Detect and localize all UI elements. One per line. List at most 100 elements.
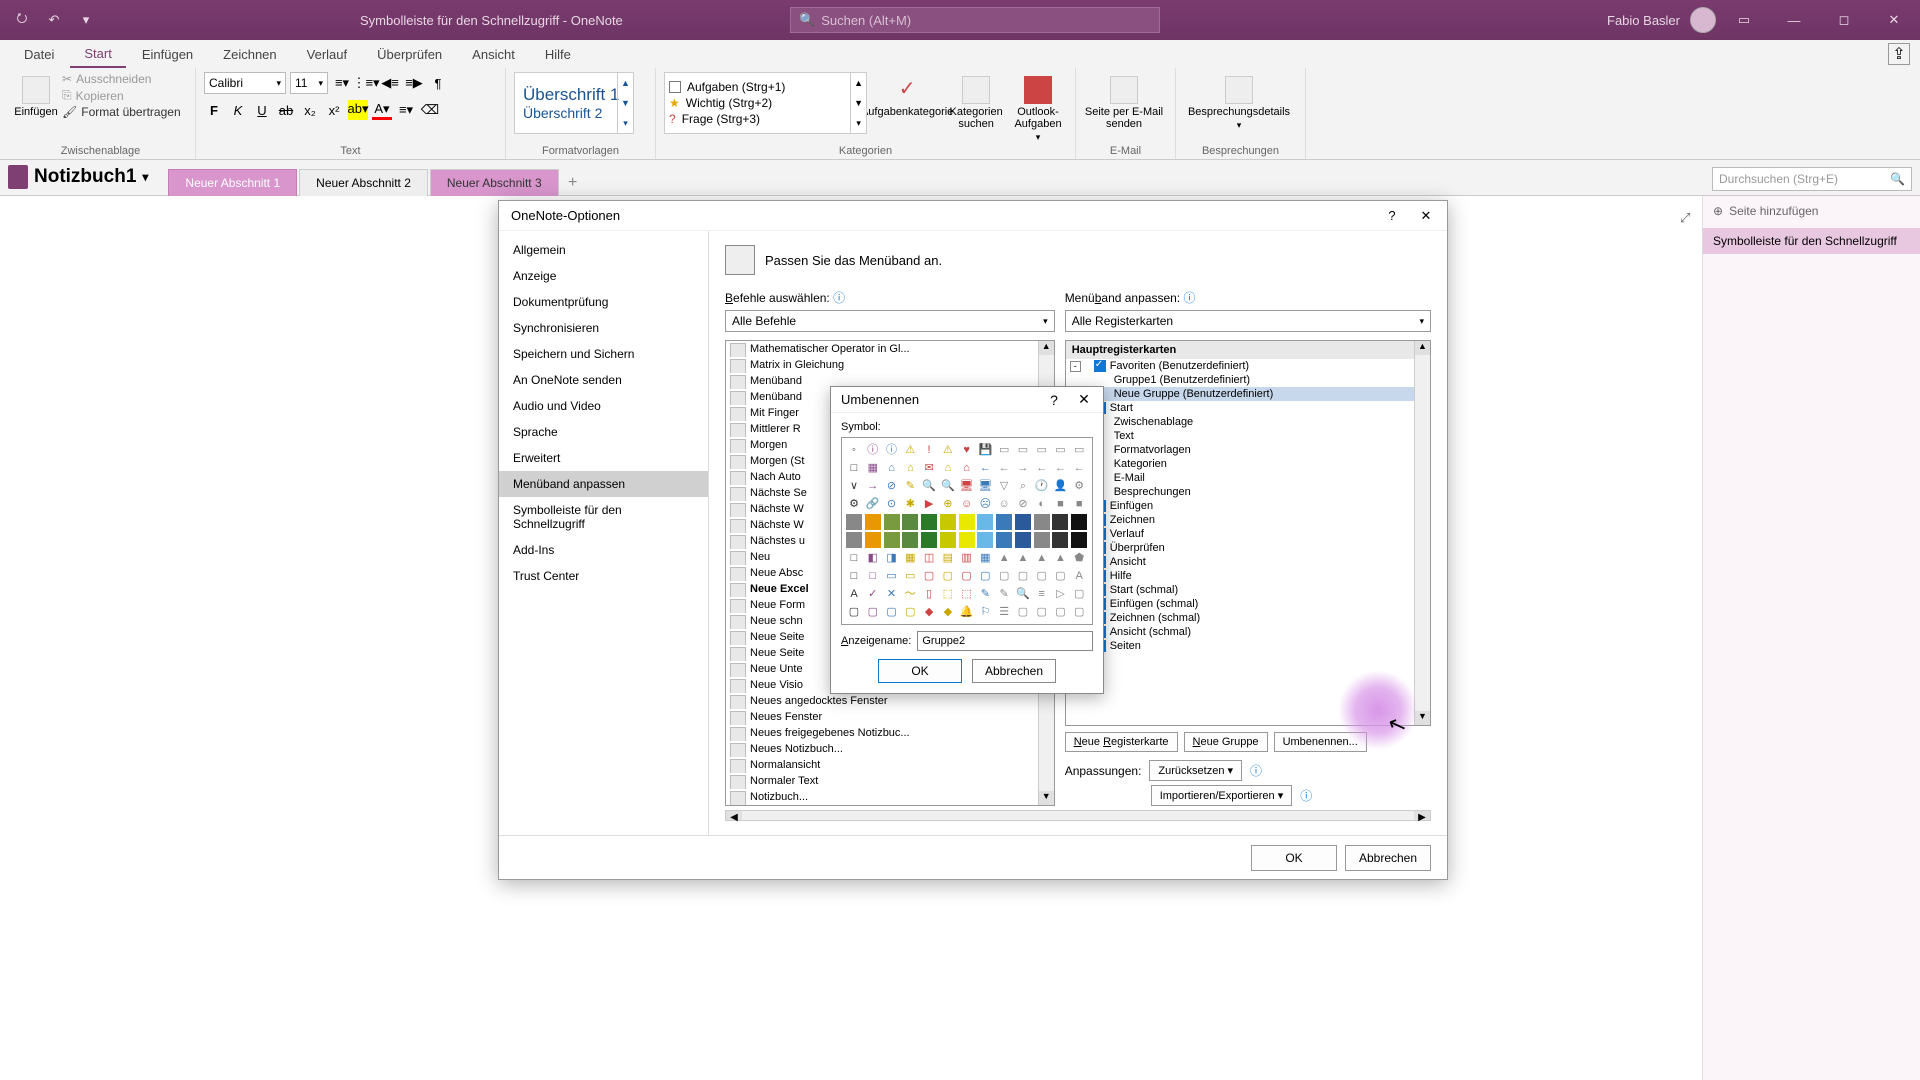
scroll-left[interactable]: ◀: [726, 811, 742, 820]
symbol-cell[interactable]: ▤: [940, 550, 956, 566]
symbol-cell[interactable]: [902, 532, 918, 548]
symbol-cell[interactable]: ⬚: [940, 586, 956, 602]
symbol-cell[interactable]: □: [865, 568, 881, 584]
tree-item[interactable]: +Formatvorlagen: [1066, 443, 1430, 457]
tree-item[interactable]: Gruppe1 (Benutzerdefiniert): [1066, 373, 1430, 387]
symbol-cell[interactable]: ▢: [1034, 568, 1050, 584]
checkbox[interactable]: [1094, 360, 1106, 372]
symbol-cell[interactable]: →: [865, 478, 881, 494]
symbol-cell[interactable]: 👤: [1052, 478, 1068, 494]
symbol-cell[interactable]: [921, 514, 937, 530]
symbol-cell[interactable]: ▲: [996, 550, 1012, 566]
nav-item[interactable]: Menüband anpassen: [499, 471, 708, 497]
scroll-down[interactable]: ▼: [1039, 791, 1054, 805]
symbol-cell[interactable]: ⊘: [884, 478, 900, 494]
tab-zeichnen[interactable]: Zeichnen: [209, 42, 290, 67]
symbol-cell[interactable]: [940, 532, 956, 548]
section-tab-1[interactable]: Neuer Abschnitt 1: [168, 169, 297, 196]
nav-item[interactable]: Allgemein: [499, 237, 708, 263]
symbol-cell[interactable]: ▢: [977, 568, 993, 584]
symbol-cell[interactable]: ⬚: [959, 586, 975, 602]
indent-button[interactable]: ≡▶: [404, 73, 424, 93]
symbol-cell[interactable]: ◧: [865, 550, 881, 566]
ribbon-select[interactable]: Alle Registerkarten▾: [1065, 310, 1431, 332]
nav-item[interactable]: Trust Center: [499, 563, 708, 589]
symbol-cell[interactable]: ∨: [846, 478, 862, 494]
copy-button[interactable]: ⎘Kopieren: [62, 88, 181, 103]
symbol-cell[interactable]: ✎: [996, 586, 1012, 602]
undo-icon[interactable]: ↶: [42, 8, 66, 32]
symbol-cell[interactable]: [1052, 514, 1068, 530]
tree-item[interactable]: +Ansicht: [1066, 555, 1430, 569]
symbol-cell[interactable]: ◆: [940, 604, 956, 620]
maximize-button[interactable]: ◻: [1822, 0, 1866, 40]
symbol-cell[interactable]: ⌂: [959, 460, 975, 476]
symbol-cell[interactable]: ✎: [977, 586, 993, 602]
symbol-cell[interactable]: [977, 532, 993, 548]
symbol-cell[interactable]: →: [1015, 460, 1031, 476]
symbol-cell[interactable]: [1015, 514, 1031, 530]
import-export-button[interactable]: Importieren/Exportieren ▾: [1151, 785, 1293, 806]
find-tags-button[interactable]: Kategorien suchen: [947, 72, 1005, 130]
symbol-cell[interactable]: [1034, 532, 1050, 548]
size-select[interactable]: 11▾: [290, 72, 328, 94]
command-item[interactable]: Mathematischer Operator in Gl...: [726, 341, 1054, 357]
symbol-cell[interactable]: ✎: [902, 478, 918, 494]
command-item[interactable]: Neues Notizbuch...: [726, 741, 1054, 757]
tree-item[interactable]: +E-Mail: [1066, 471, 1430, 485]
nav-item[interactable]: Symbolleiste für den Schnellzugriff: [499, 497, 708, 537]
command-item[interactable]: Normalansicht: [726, 757, 1054, 773]
outdent-button[interactable]: ◀≡: [380, 73, 400, 93]
symbol-cell[interactable]: ▢: [1015, 568, 1031, 584]
symbol-cell[interactable]: ■: [1052, 496, 1068, 512]
symbol-cell[interactable]: ☺: [996, 496, 1012, 512]
symbol-cell[interactable]: ←: [996, 460, 1012, 476]
tree-item[interactable]: +Einfügen (schmal): [1066, 597, 1430, 611]
italic-button[interactable]: K: [228, 100, 248, 120]
symbol-cell[interactable]: ▢: [1071, 586, 1087, 602]
symbol-cell[interactable]: 🔗: [865, 496, 881, 512]
symbol-cell[interactable]: [996, 514, 1012, 530]
meeting-details-button[interactable]: Besprechungsdetails▾: [1184, 72, 1294, 131]
symbol-cell[interactable]: ←: [1034, 460, 1050, 476]
symbol-cell[interactable]: ▢: [1071, 604, 1087, 620]
nav-item[interactable]: Sprache: [499, 419, 708, 445]
tree-item[interactable]: +Text: [1066, 429, 1430, 443]
symbol-cell[interactable]: ◨: [884, 550, 900, 566]
scroll-up[interactable]: ▲: [1039, 341, 1054, 355]
fontcolor-button[interactable]: A▾: [372, 100, 392, 120]
section-tab-2[interactable]: Neuer Abschnitt 2: [299, 169, 428, 196]
symbol-cell[interactable]: ⊙: [884, 496, 900, 512]
notebook-dropdown[interactable]: Notizbuch1▾: [8, 165, 148, 195]
command-item[interactable]: Matrix in Gleichung: [726, 357, 1054, 373]
rename-ok-button[interactable]: OK: [878, 659, 962, 683]
nav-item[interactable]: An OneNote senden: [499, 367, 708, 393]
tree-item[interactable]: +Zwischenablage: [1066, 415, 1430, 429]
symbol-cell[interactable]: ⚠: [902, 442, 918, 458]
symbol-cell[interactable]: ⚙: [846, 496, 862, 512]
symbol-cell[interactable]: ☰: [996, 604, 1012, 620]
symbol-cell[interactable]: ▦: [977, 550, 993, 566]
tree-item[interactable]: +Start (schmal): [1066, 583, 1430, 597]
symbol-cell[interactable]: ⚙: [1071, 478, 1087, 494]
options-ok-button[interactable]: OK: [1251, 845, 1337, 871]
subscript-button[interactable]: x₂: [300, 100, 320, 120]
symbol-cell[interactable]: [996, 532, 1012, 548]
paste-button[interactable]: Einfügen: [14, 72, 58, 118]
symbol-cell[interactable]: ◐: [1034, 496, 1050, 512]
section-tab-3[interactable]: Neuer Abschnitt 3: [430, 169, 559, 196]
symbol-cell[interactable]: ⌂: [940, 460, 956, 476]
command-item[interactable]: Notizbuch...: [726, 789, 1054, 805]
symbol-cell[interactable]: ⚐: [977, 604, 993, 620]
new-group-button[interactable]: Neue Gruppe: [1184, 732, 1268, 752]
symbol-cell[interactable]: [902, 514, 918, 530]
font-select[interactable]: Calibri▾: [204, 72, 286, 94]
styles-gallery[interactable]: Überschrift 1 Überschrift 2 ▲▼▾: [514, 72, 634, 134]
symbol-cell[interactable]: ▭: [1071, 442, 1087, 458]
symbol-cell[interactable]: □: [846, 460, 862, 476]
symbol-cell[interactable]: ⌂: [902, 460, 918, 476]
symbol-cell[interactable]: [865, 532, 881, 548]
bullets-button[interactable]: ≡▾: [332, 73, 352, 93]
symbol-cell[interactable]: [959, 532, 975, 548]
tags-up[interactable]: ▲: [851, 73, 866, 93]
